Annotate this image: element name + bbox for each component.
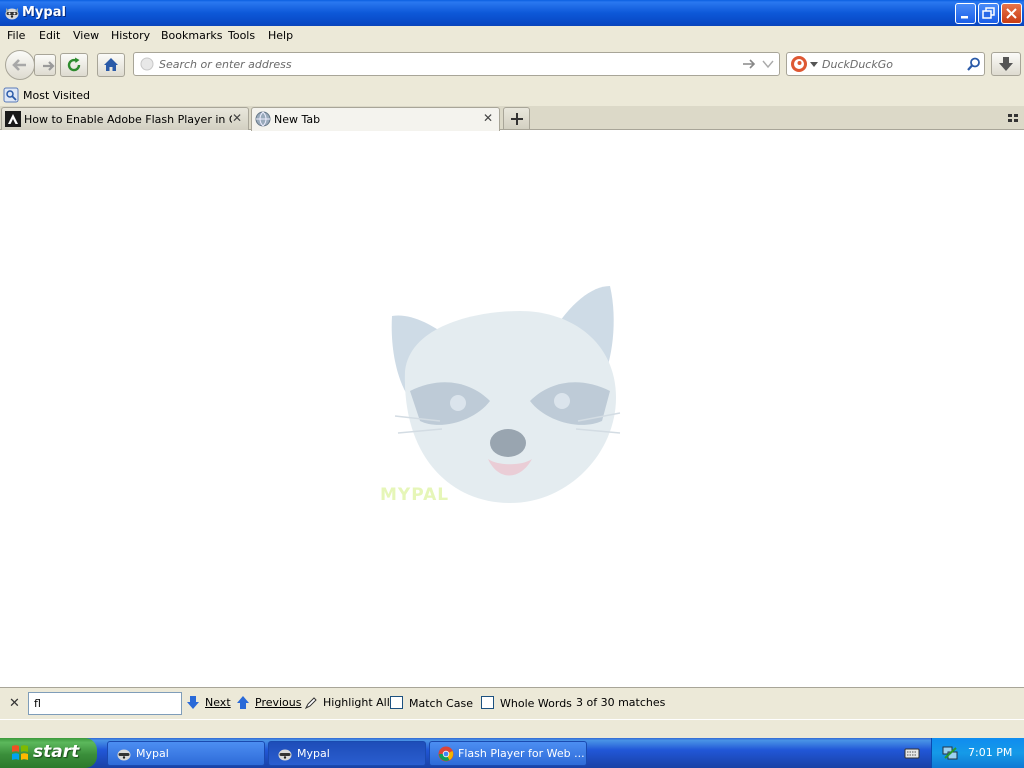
page-content: mypal: [0, 131, 1024, 687]
reload-icon: [67, 57, 81, 72]
site-favicon-icon: [5, 111, 21, 127]
bookmarks-toolbar: Most Visited: [0, 84, 1024, 106]
taskbar-item-flash-player[interactable]: Flash Player for Web ...: [429, 741, 587, 766]
tab-flash-player-guide[interactable]: How to Enable Adobe Flash Player in Goo.…: [1, 107, 249, 130]
search-icon[interactable]: [967, 57, 981, 71]
match-case-label: Match Case: [409, 697, 473, 710]
window-title: Mypal: [22, 5, 66, 20]
address-input[interactable]: [159, 56, 719, 72]
mypal-raccoon-icon: [5, 8, 19, 20]
clock: 7:01 PM: [968, 746, 1013, 759]
back-arrow-icon: [12, 59, 26, 71]
find-input[interactable]: [28, 692, 182, 715]
tab-label: New Tab: [274, 113, 321, 126]
downloads-button[interactable]: [991, 52, 1021, 76]
watermark-text: mypal: [380, 485, 450, 505]
menu-bookmarks[interactable]: Bookmarks: [161, 29, 222, 42]
taskbar-item-label: Mypal: [297, 747, 330, 760]
menu-history[interactable]: History: [111, 29, 150, 42]
page-identity-icon: [140, 57, 154, 71]
restore-button[interactable]: [978, 3, 999, 24]
highlighter-icon: [304, 697, 317, 710]
duckduckgo-icon[interactable]: [790, 55, 808, 73]
status-bar: [0, 719, 1024, 738]
find-previous-label: Previous: [255, 696, 302, 709]
taskbar-item-mypal-2[interactable]: Mypal: [268, 741, 426, 766]
system-tray: 7:01 PM: [931, 738, 1024, 768]
close-icon: [1006, 8, 1017, 19]
menu-view[interactable]: View: [73, 29, 99, 42]
back-button[interactable]: [5, 50, 35, 80]
mypal-raccoon-logo: [391, 286, 621, 503]
find-bar: ✕ Next Previous Highlight All Match Case…: [0, 687, 1024, 719]
smart-folder-icon: [3, 87, 19, 103]
globe-icon: [255, 111, 271, 127]
plus-icon: [511, 113, 523, 125]
chrome-icon: [438, 746, 454, 762]
home-button[interactable]: [97, 53, 125, 77]
restore-icon: [982, 7, 995, 19]
list-all-tabs-icon[interactable]: [1007, 112, 1019, 124]
close-window-button[interactable]: [1001, 3, 1022, 24]
new-tab-button[interactable]: [503, 107, 530, 129]
menu-tools[interactable]: Tools: [228, 29, 255, 42]
address-bar[interactable]: [133, 52, 780, 76]
forward-arrow-icon: [43, 61, 55, 71]
search-input[interactable]: [822, 56, 962, 72]
tab-new-tab[interactable]: New Tab ✕: [251, 107, 500, 131]
highlight-all-label: Highlight All: [323, 696, 390, 709]
tab-label: How to Enable Adobe Flash Player in Goo.…: [24, 113, 232, 126]
match-count-status: 3 of 30 matches: [576, 696, 666, 709]
tab-close-icon[interactable]: ✕: [232, 112, 242, 124]
taskbar-item-mypal-1[interactable]: Mypal: [107, 741, 265, 766]
menu-edit[interactable]: Edit: [39, 29, 60, 42]
chevron-down-icon[interactable]: [762, 59, 774, 71]
tab-close-icon[interactable]: ✕: [483, 112, 493, 124]
whole-words-box[interactable]: [481, 696, 494, 709]
windows-logo-icon: [12, 745, 28, 760]
mypal-raccoon-icon: [278, 749, 292, 761]
minimize-icon: [961, 16, 968, 19]
tab-strip: How to Enable Adobe Flash Player in Goo.…: [0, 106, 1024, 131]
search-box[interactable]: [786, 52, 985, 76]
match-case-checkbox[interactable]: Match Case: [390, 696, 473, 710]
close-find-bar-icon[interactable]: ✕: [9, 696, 20, 711]
menu-file[interactable]: File: [7, 29, 25, 42]
forward-button[interactable]: [34, 54, 56, 76]
menu-help[interactable]: Help: [268, 29, 293, 42]
network-connection-icon[interactable]: [942, 745, 958, 761]
taskbar: start Mypal Mypal Flash Player for Web .…: [0, 738, 1024, 768]
start-label: start: [33, 742, 80, 762]
arrow-down-icon: [187, 696, 199, 709]
arrow-up-icon: [237, 696, 249, 709]
engine-dropdown-icon[interactable]: [810, 61, 818, 69]
home-icon: [104, 58, 118, 71]
taskbar-item-label: Mypal: [136, 747, 169, 760]
go-arrow-icon[interactable]: [742, 57, 756, 71]
window-titlebar[interactable]: Mypal: [0, 0, 1024, 26]
mypal-raccoon-icon: [117, 749, 131, 761]
taskbar-item-label: Flash Player for Web ...: [458, 747, 585, 760]
download-arrow-icon: [999, 57, 1013, 71]
keyboard-language-icon[interactable]: [904, 746, 920, 760]
whole-words-checkbox[interactable]: Whole Words: [481, 696, 572, 710]
minimize-button[interactable]: [955, 3, 976, 24]
menu-bar: File Edit View History Bookmarks Tools H…: [0, 26, 1024, 46]
match-case-box[interactable]: [390, 696, 403, 709]
navigation-toolbar: [0, 46, 1024, 84]
bookmark-label: Most Visited: [23, 89, 90, 102]
find-next-label: Next: [205, 696, 231, 709]
whole-words-label: Whole Words: [500, 697, 572, 710]
start-button[interactable]: start: [0, 738, 97, 768]
reload-button[interactable]: [60, 53, 88, 77]
